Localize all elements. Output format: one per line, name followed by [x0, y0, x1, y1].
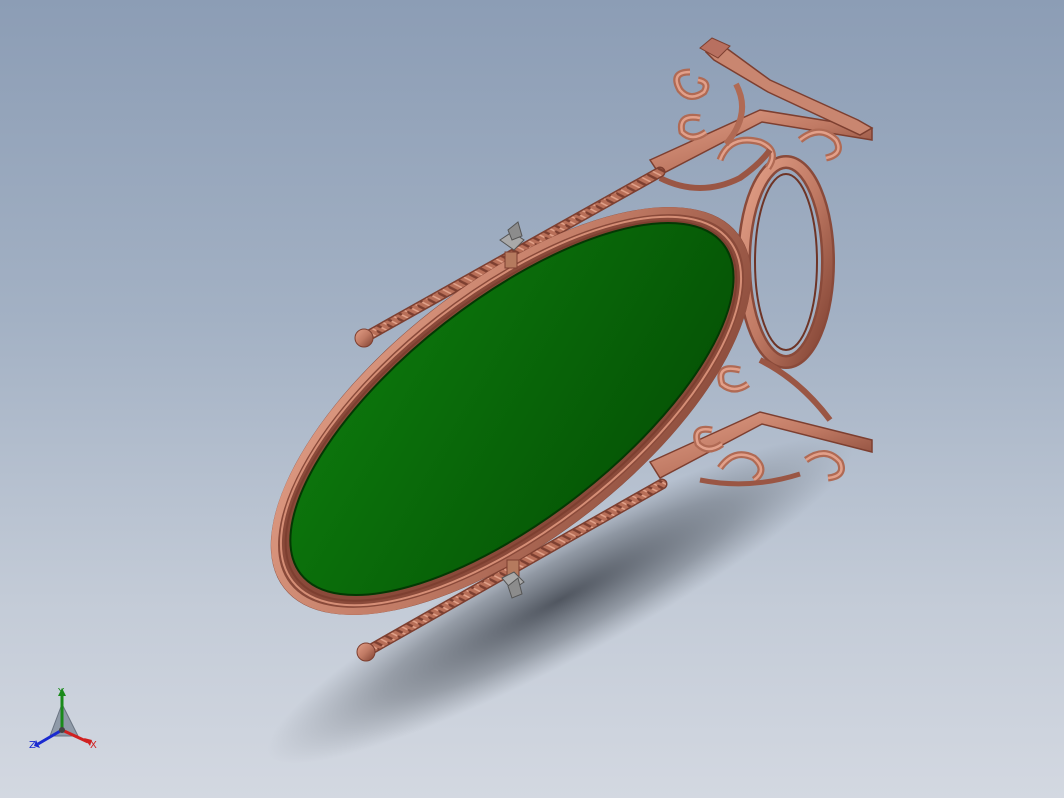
triad-x-label: X [90, 740, 97, 751]
triad-z-label: Z [29, 740, 36, 751]
hanger-loop[interactable] [737, 155, 835, 369]
lower-rod-end-ball [356, 642, 376, 662]
cad-viewport[interactable]: Y X Z [0, 0, 1064, 798]
orientation-triad[interactable]: Y X Z [24, 684, 104, 756]
triad-y-label: Y [58, 687, 65, 698]
upper-rod-end-ball [354, 328, 374, 348]
upper-bracket[interactable] [648, 37, 874, 191]
model-scene[interactable] [0, 0, 1064, 798]
